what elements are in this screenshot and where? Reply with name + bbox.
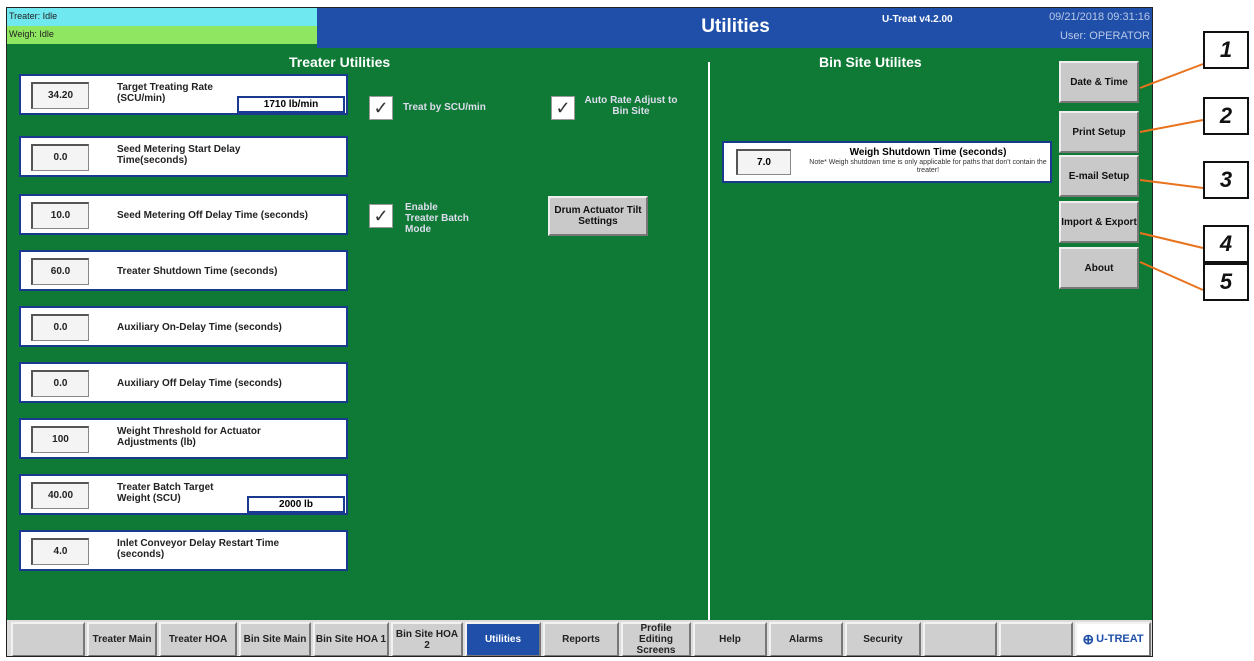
callout-3: 3 [1203,161,1249,199]
callout-2: 2 [1203,97,1249,135]
callout-1: 1 [1203,31,1249,69]
callout-4: 4 [1203,225,1249,263]
callout-5: 5 [1203,263,1249,301]
callout-arrows [1139,63,1204,291]
